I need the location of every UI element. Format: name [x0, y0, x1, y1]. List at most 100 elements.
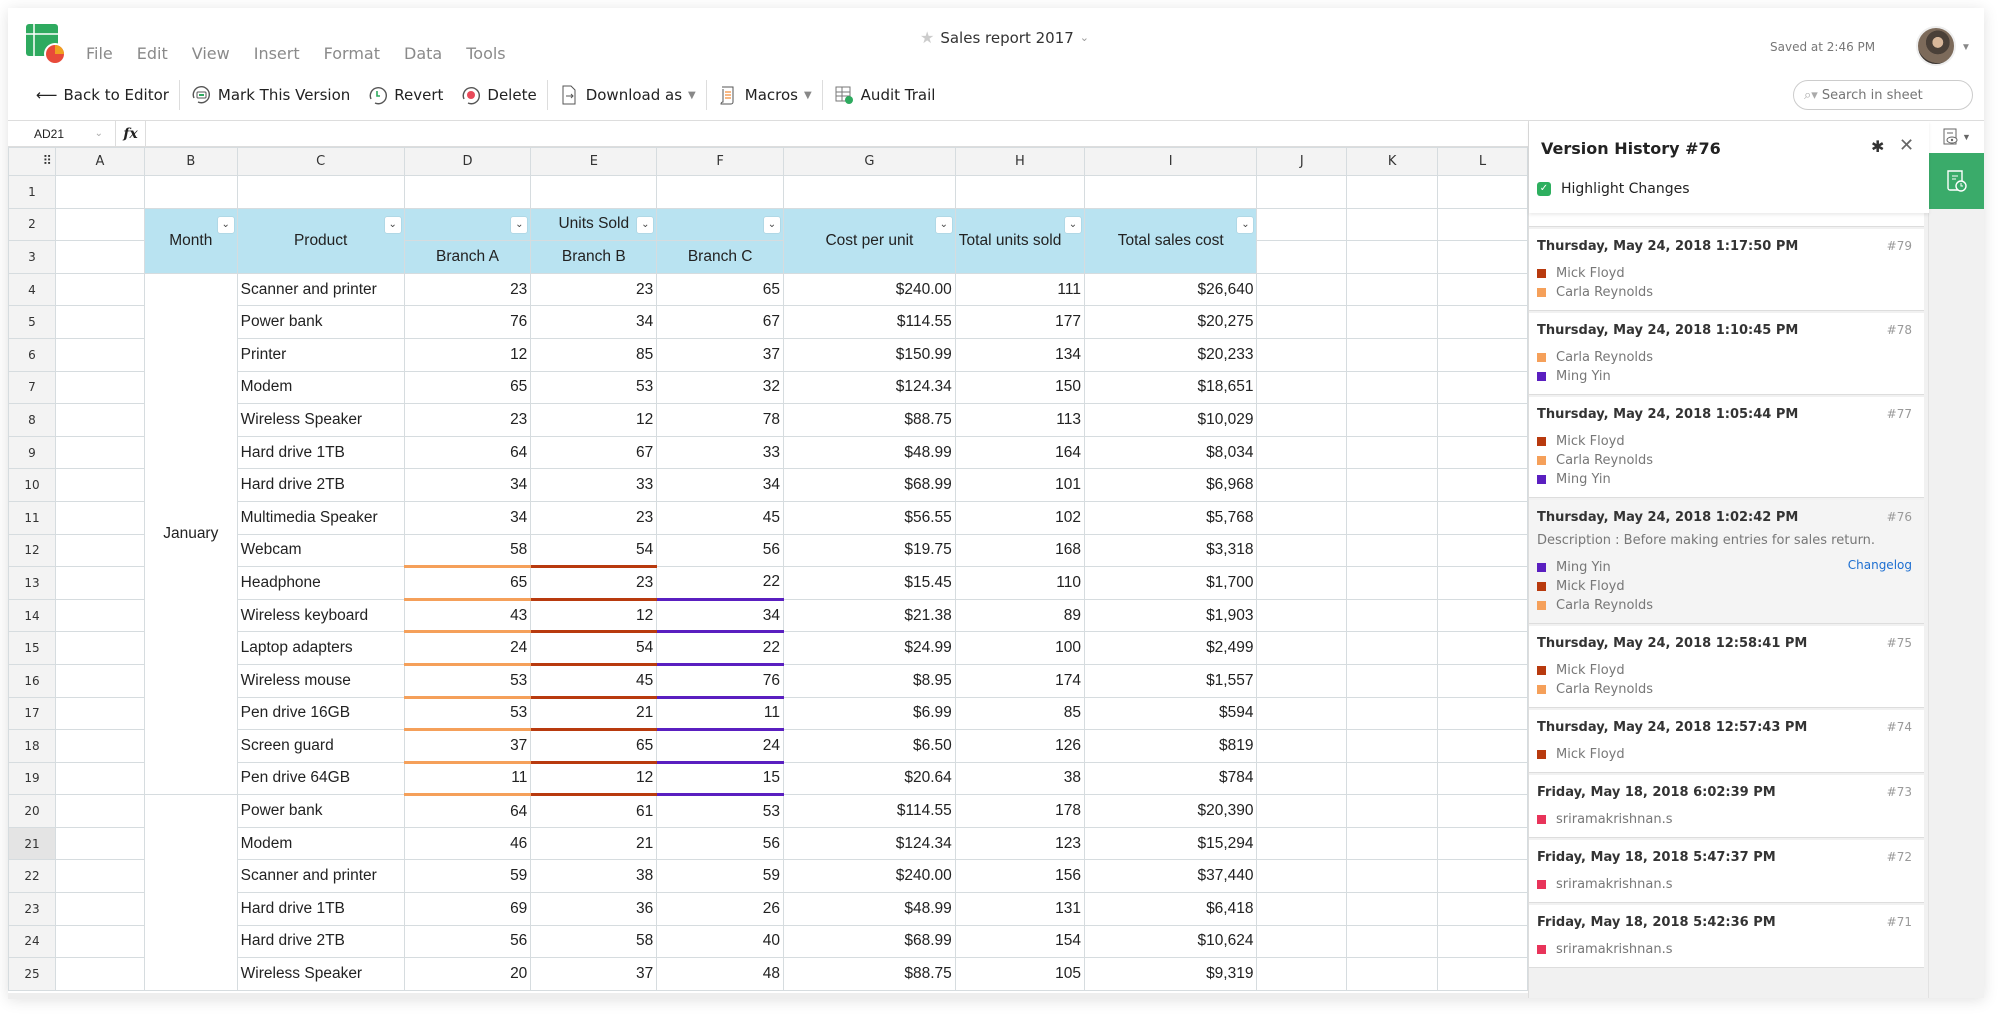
branch-a-cell[interactable]: 69: [403, 892, 532, 926]
menu-format[interactable]: Format: [324, 44, 380, 63]
header-cost-per-unit[interactable]: Cost per unit ⌄: [783, 207, 956, 274]
cost-per-unit-cell[interactable]: $88.75: [783, 403, 956, 437]
version-item[interactable]: Friday, May 18, 2018 5:42:36 PM #71 sriram…: [1529, 905, 1924, 968]
branch-c-cell[interactable]: 45: [656, 500, 784, 535]
column-header[interactable]: E: [530, 147, 658, 176]
cost-per-unit-cell[interactable]: $68.99: [783, 924, 956, 959]
total-units-cell[interactable]: 105: [954, 957, 1085, 991]
branch-a-cell[interactable]: 23: [403, 272, 532, 307]
cost-per-unit-cell[interactable]: $114.55: [783, 794, 956, 828]
branch-b-cell[interactable]: 61: [530, 793, 658, 828]
cell[interactable]: [530, 175, 658, 209]
branch-a-cell[interactable]: 24: [403, 630, 532, 665]
cell[interactable]: [1346, 794, 1439, 828]
total-units-cell[interactable]: 174: [954, 663, 1085, 698]
filter-dropdown-icon[interactable]: ⌄: [217, 216, 234, 233]
cell[interactable]: [1437, 533, 1528, 568]
cell[interactable]: [54, 957, 145, 991]
star-icon[interactable]: ★: [920, 28, 934, 47]
cell[interactable]: [1437, 598, 1528, 633]
cell[interactable]: [143, 175, 238, 209]
chevron-down-icon[interactable]: ⌄: [1080, 31, 1089, 44]
mark-version-button[interactable]: Mark This Version: [182, 80, 358, 110]
cell[interactable]: [1256, 435, 1348, 470]
cell[interactable]: [1346, 500, 1439, 535]
cell[interactable]: [54, 533, 145, 568]
row-header[interactable]: 11: [8, 500, 56, 535]
cell[interactable]: [1437, 957, 1528, 991]
revert-button[interactable]: Revert: [358, 80, 451, 110]
version-item[interactable]: Friday, May 18, 2018 6:02:39 PM #73 sriram…: [1529, 775, 1924, 838]
menu-data[interactable]: Data: [404, 44, 442, 63]
row-header[interactable]: 2: [8, 207, 56, 242]
cell[interactable]: [1256, 207, 1348, 242]
view-options-button[interactable]: ▼: [1929, 121, 1984, 153]
delete-button[interactable]: Delete: [451, 80, 544, 110]
cell[interactable]: [1346, 859, 1439, 894]
cell[interactable]: [1346, 207, 1439, 242]
branch-c-cell[interactable]: 53: [656, 793, 784, 828]
audit-trail-button[interactable]: Audit Trail: [825, 80, 944, 110]
header-branch-c[interactable]: Branch C: [656, 240, 784, 274]
product-cell[interactable]: Power bank: [236, 794, 405, 828]
branch-c-cell[interactable]: 56: [656, 533, 784, 568]
branch-a-cell[interactable]: 23: [403, 403, 532, 437]
row-header[interactable]: 12: [8, 533, 56, 568]
row-header[interactable]: 17: [8, 696, 56, 731]
total-units-cell[interactable]: 110: [954, 566, 1085, 600]
cell[interactable]: [54, 729, 145, 763]
branch-b-cell[interactable]: 21: [530, 695, 658, 731]
cell[interactable]: [1256, 631, 1348, 665]
cost-per-unit-cell[interactable]: $124.34: [783, 826, 956, 861]
branch-a-cell[interactable]: 34: [403, 500, 532, 535]
cost-per-unit-cell[interactable]: $6.50: [783, 729, 956, 763]
gear-icon[interactable]: ✱: [1871, 137, 1884, 157]
row-header[interactable]: 15: [8, 631, 56, 665]
cell[interactable]: [1346, 403, 1439, 437]
total-sales-cell[interactable]: $5,768: [1083, 500, 1258, 535]
row-header[interactable]: 13: [8, 566, 56, 600]
cell[interactable]: [1346, 272, 1439, 307]
cell[interactable]: [54, 859, 145, 894]
branch-c-cell[interactable]: 67: [656, 305, 784, 339]
cost-per-unit-cell[interactable]: $8.95: [783, 663, 956, 698]
total-units-cell[interactable]: 102: [954, 500, 1085, 535]
column-header[interactable]: C: [236, 147, 405, 176]
cell[interactable]: [1346, 468, 1439, 502]
column-header[interactable]: L: [1437, 147, 1528, 176]
cell[interactable]: [1256, 533, 1348, 568]
version-item[interactable]: Friday, May 18, 2018 5:47:37 PM #72 sriram…: [1529, 840, 1924, 903]
cell[interactable]: [1256, 729, 1348, 763]
header-product[interactable]: Product ⌄: [236, 207, 405, 274]
total-sales-cell[interactable]: $3,318: [1083, 533, 1258, 568]
row-header[interactable]: 16: [8, 663, 56, 698]
cell[interactable]: [236, 175, 405, 209]
cell[interactable]: [1437, 924, 1528, 959]
branch-b-cell[interactable]: 85: [530, 337, 658, 372]
close-icon[interactable]: ✕: [1899, 135, 1914, 156]
cell[interactable]: [1346, 826, 1439, 861]
cell[interactable]: [54, 631, 145, 665]
cell[interactable]: [54, 566, 145, 600]
cost-per-unit-cell[interactable]: $68.99: [783, 468, 956, 502]
total-sales-cell[interactable]: $20,275: [1083, 305, 1258, 339]
version-item[interactable]: Thursday, May 24, 2018 12:57:43 PM #74 Mic…: [1529, 710, 1924, 773]
menu-insert[interactable]: Insert: [254, 44, 300, 63]
cell[interactable]: [1437, 826, 1528, 861]
row-header[interactable]: 10: [8, 468, 56, 502]
branch-c-cell[interactable]: 34: [656, 468, 784, 502]
cell[interactable]: [54, 924, 145, 959]
product-cell[interactable]: Scanner and printer: [236, 272, 405, 307]
name-box[interactable]: AD21 ⌄: [8, 120, 116, 147]
product-cell[interactable]: Modem: [236, 826, 405, 861]
branch-b-cell[interactable]: 12: [530, 403, 658, 437]
branch-b-cell[interactable]: 54: [530, 630, 658, 665]
cost-per-unit-cell[interactable]: $19.75: [783, 533, 956, 568]
version-item[interactable]: Thursday, May 24, 2018 1:05:44 PM #77 Mick…: [1529, 397, 1924, 498]
cell[interactable]: [54, 500, 145, 535]
cell[interactable]: [1346, 631, 1439, 665]
branch-a-cell[interactable]: 64: [403, 793, 532, 828]
total-units-cell[interactable]: 126: [954, 729, 1085, 763]
total-sales-cell[interactable]: $10,029: [1083, 403, 1258, 437]
product-cell[interactable]: Pen drive 64GB: [236, 761, 405, 796]
